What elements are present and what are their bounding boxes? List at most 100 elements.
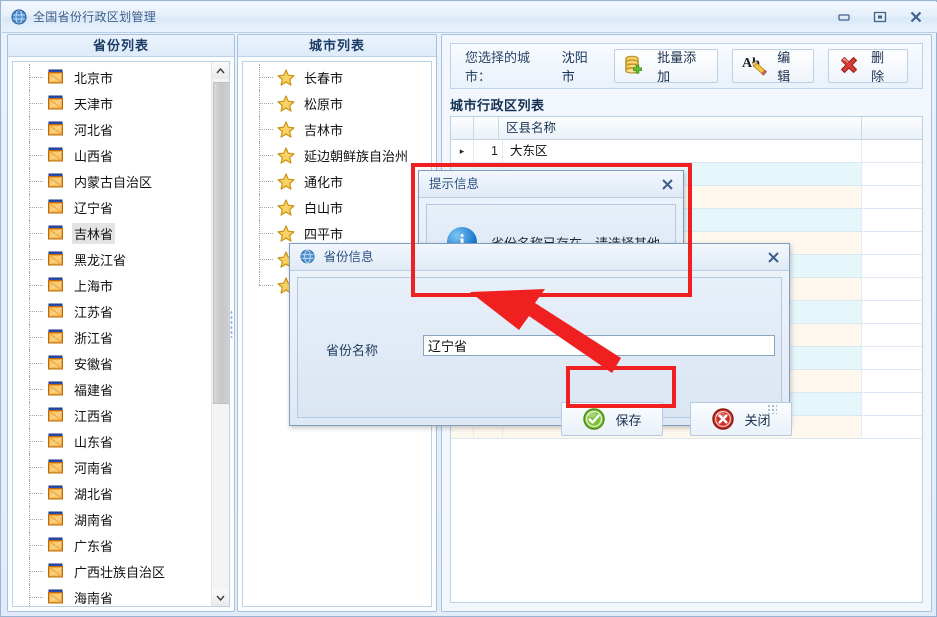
tree-connector bbox=[259, 259, 273, 260]
row-tail-cell bbox=[862, 163, 922, 185]
city-item-label: 延边朝鲜族自治州 bbox=[304, 148, 409, 164]
province-item-9[interactable]: 上海市 bbox=[13, 272, 229, 298]
province-item-3[interactable]: 河北省 bbox=[13, 116, 229, 142]
city-item-2[interactable]: 松原市 bbox=[243, 90, 431, 116]
tree-connector bbox=[29, 519, 43, 520]
province-item-17[interactable]: 湖北省 bbox=[13, 480, 229, 506]
batch-add-button[interactable]: 批量添加 bbox=[614, 49, 719, 84]
row-tail-cell bbox=[862, 393, 922, 415]
edit-label: 编辑 bbox=[777, 50, 791, 84]
row-tail-cell bbox=[862, 324, 922, 346]
message-dialog-close-icon[interactable] bbox=[658, 175, 676, 193]
province-panel-header: 省份列表 bbox=[8, 35, 234, 57]
province-item-label: 海南省 bbox=[74, 590, 114, 606]
district-toolbar: 您选择的城市： 沈阳市 批量添加 Ab 编辑 删除 bbox=[450, 43, 923, 89]
grid-header-district-name[interactable]: 区县名称 bbox=[499, 117, 862, 139]
city-item-5[interactable]: 通化市 bbox=[243, 168, 431, 194]
province-item-12[interactable]: 安徽省 bbox=[13, 350, 229, 376]
province-scrollbar[interactable] bbox=[211, 62, 229, 606]
province-item-8[interactable]: 黑龙江省 bbox=[13, 246, 229, 272]
folder-icon bbox=[47, 69, 65, 85]
scroll-down-arrow-icon[interactable] bbox=[212, 589, 229, 606]
province-item-5[interactable]: 内蒙古自治区 bbox=[13, 168, 229, 194]
province-item-label: 上海市 bbox=[74, 278, 114, 294]
province-item-10[interactable]: 江苏省 bbox=[13, 298, 229, 324]
province-item-label: 广西壮族自治区 bbox=[74, 564, 166, 580]
row-tail-cell bbox=[862, 347, 922, 369]
province-list-panel: 省份列表 北京市 天津市 河北省 山西省 内蒙古自治区 辽宁省 吉林省 黑龙江省上海市江苏省浙… bbox=[7, 34, 235, 612]
province-item-label: 山东省 bbox=[74, 434, 114, 450]
city-item-label: 长春市 bbox=[304, 70, 344, 86]
city-item-1[interactable]: 长春市 bbox=[243, 64, 431, 90]
city-item-3[interactable]: 吉林市 bbox=[243, 116, 431, 142]
save-label: 保存 bbox=[615, 412, 642, 428]
province-item-1[interactable]: 北京市 bbox=[13, 64, 229, 90]
folder-icon bbox=[47, 277, 65, 293]
province-item-13[interactable]: 福建省 bbox=[13, 376, 229, 402]
folder-icon bbox=[47, 563, 65, 579]
folder-icon bbox=[47, 407, 65, 423]
tree-connector bbox=[29, 103, 43, 104]
province-item-15[interactable]: 山东省 bbox=[13, 428, 229, 454]
province-dialog-body: 省份名称 保存 bbox=[297, 277, 792, 436]
row-tail-cell bbox=[862, 301, 922, 323]
province-item-label: 福建省 bbox=[74, 382, 114, 398]
province-item-16[interactable]: 河南省 bbox=[13, 454, 229, 480]
province-item-21[interactable]: 海南省 bbox=[13, 584, 229, 606]
tree-connector bbox=[259, 285, 273, 286]
province-item-label: 浙江省 bbox=[74, 330, 114, 346]
city-item-label: 吉林市 bbox=[304, 122, 344, 138]
city-item-4[interactable]: 延边朝鲜族自治州 bbox=[243, 142, 431, 168]
scrollbar-thumb[interactable] bbox=[213, 82, 229, 404]
panel-splitter[interactable] bbox=[229, 41, 235, 607]
message-dialog-title: 提示信息 bbox=[429, 177, 480, 191]
tree-connector bbox=[29, 129, 43, 130]
row-tail-cell bbox=[862, 278, 922, 300]
message-dialog-titlebar: 提示信息 bbox=[419, 171, 683, 198]
province-item-19[interactable]: 广东省 bbox=[13, 532, 229, 558]
province-item-14[interactable]: 江西省 bbox=[13, 402, 229, 428]
minimize-button[interactable] bbox=[831, 8, 857, 26]
province-item-6[interactable]: 辽宁省 bbox=[13, 194, 229, 220]
city-item-6[interactable]: 白山市 bbox=[243, 194, 431, 220]
tree-connector bbox=[29, 389, 43, 390]
province-dialog-close-icon[interactable] bbox=[764, 248, 782, 266]
city-panel-header: 城市列表 bbox=[238, 35, 436, 57]
province-info-dialog: 省份信息 省份名称 保存 bbox=[289, 243, 792, 436]
scroll-up-arrow-icon[interactable] bbox=[212, 62, 229, 79]
province-item-11[interactable]: 浙江省 bbox=[13, 324, 229, 350]
globe-window-icon bbox=[11, 9, 27, 25]
province-item-2[interactable]: 天津市 bbox=[13, 90, 229, 116]
table-row[interactable]: ▸ 1 大东区 bbox=[451, 140, 922, 163]
tree-connector bbox=[29, 233, 43, 234]
grid-header-tail bbox=[862, 117, 922, 139]
close-button[interactable] bbox=[903, 8, 929, 26]
grid-header-indicator bbox=[451, 117, 474, 139]
delete-label: 删除 bbox=[871, 50, 885, 84]
province-item-7[interactable]: 吉林省 bbox=[13, 220, 229, 246]
folder-icon bbox=[47, 433, 65, 449]
row-tail-cell bbox=[862, 255, 922, 277]
province-dialog-title: 省份信息 bbox=[323, 250, 374, 264]
province-name-input[interactable] bbox=[423, 335, 775, 356]
maximize-button[interactable] bbox=[867, 8, 893, 26]
city-item-label: 四平市 bbox=[304, 226, 344, 242]
folder-icon bbox=[47, 251, 65, 267]
province-item-label: 江西省 bbox=[74, 408, 114, 424]
province-item-20[interactable]: 广西壮族自治区 bbox=[13, 558, 229, 584]
delete-button[interactable]: 删除 bbox=[828, 49, 908, 84]
tree-connector bbox=[29, 311, 43, 312]
tree-connector bbox=[29, 441, 43, 442]
folder-icon bbox=[47, 511, 65, 527]
folder-icon bbox=[47, 329, 65, 345]
province-item-label: 安徽省 bbox=[74, 356, 114, 372]
district-name-cell[interactable]: 大东区 bbox=[503, 140, 862, 162]
resize-grip-icon[interactable] bbox=[767, 404, 777, 414]
folder-icon bbox=[47, 355, 65, 371]
edit-button[interactable]: Ab 编辑 bbox=[732, 49, 815, 84]
green-check-icon bbox=[582, 407, 606, 431]
province-item-18[interactable]: 湖南省 bbox=[13, 506, 229, 532]
province-item-label: 吉林省 bbox=[72, 222, 116, 244]
province-item-4[interactable]: 山西省 bbox=[13, 142, 229, 168]
save-button[interactable]: 保存 bbox=[561, 402, 663, 436]
